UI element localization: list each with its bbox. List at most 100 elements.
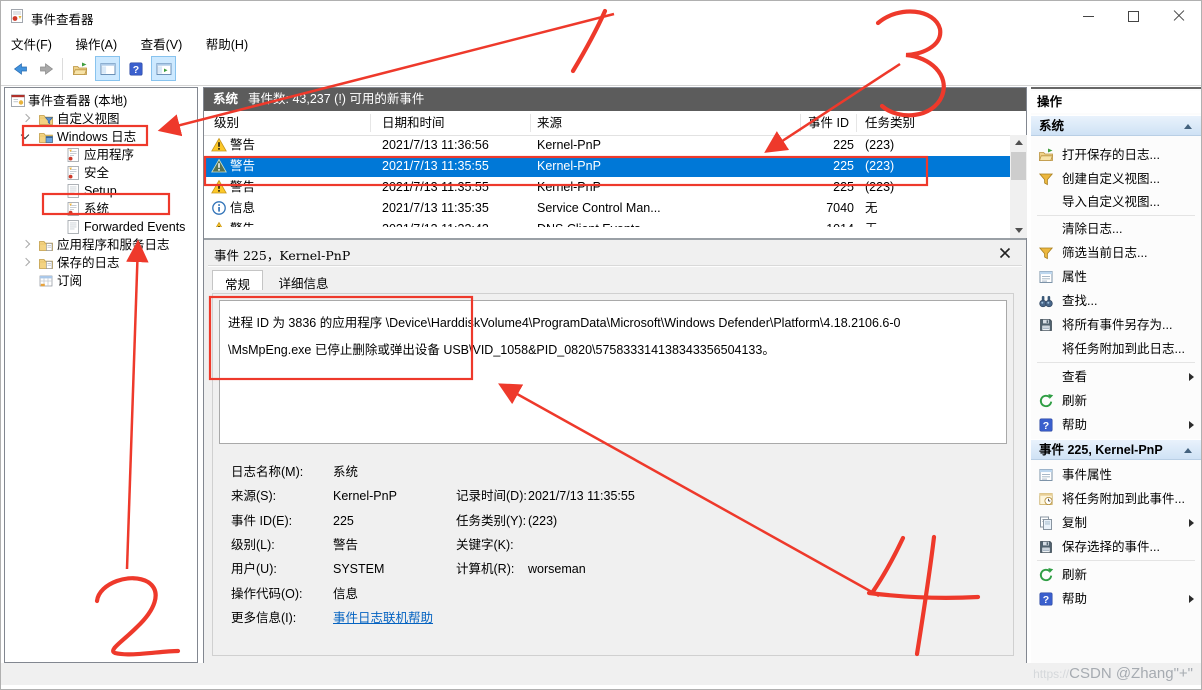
folder-page-icon xyxy=(38,237,54,253)
event-datetime: 2021/7/13 11:35:55 xyxy=(382,156,489,177)
action-save-selected-events[interactable]: 保存选择的事件... xyxy=(1031,535,1201,559)
event-log-icon xyxy=(65,165,81,181)
field-value: 225 xyxy=(333,512,354,530)
event-category: 无 xyxy=(865,219,878,227)
column-level[interactable]: 级别 xyxy=(214,111,239,135)
action-help-event[interactable]: 帮助 xyxy=(1031,587,1201,611)
filter-icon xyxy=(1038,245,1054,261)
action-save-all-events-as[interactable]: 将所有事件另存为... xyxy=(1031,313,1201,337)
maximize-button[interactable] xyxy=(1111,1,1156,31)
action-event-properties[interactable]: 事件属性 xyxy=(1031,463,1201,487)
action-attach-task-to-event[interactable]: 将任务附加到此事件... xyxy=(1031,487,1201,511)
actions-separator xyxy=(1037,560,1195,561)
tab-general[interactable]: 常规 xyxy=(212,270,263,290)
save-icon xyxy=(1038,539,1054,555)
warning-icon xyxy=(211,221,227,227)
plain-log-icon xyxy=(65,183,81,199)
tree-item-label: 安全 xyxy=(84,164,109,182)
tree-item-setup[interactable]: Setup xyxy=(5,182,197,200)
section-header-system[interactable]: 系统 xyxy=(1031,115,1201,136)
status-strip: https://CSDN @Zhang"+" xyxy=(1,663,1201,685)
event-level: 警告 xyxy=(230,135,255,156)
help-button[interactable] xyxy=(123,56,148,81)
tree-item-saved-logs[interactable]: 保存的日志 xyxy=(5,254,197,272)
action-refresh-event[interactable]: 刷新 xyxy=(1031,563,1201,587)
action-properties[interactable]: 属性 xyxy=(1031,265,1201,289)
action-clear-log[interactable]: 清除日志... xyxy=(1031,217,1201,241)
scroll-up-button[interactable] xyxy=(1010,135,1027,150)
action-import-custom-view[interactable]: 导入自定义视图... xyxy=(1031,190,1201,214)
log-title-bar: 系统 事件数: 43,237 (!) 可用的新事件 xyxy=(204,88,1026,111)
column-datetime[interactable]: 日期和时间 xyxy=(382,111,445,135)
event-viewer-app-icon xyxy=(9,8,25,24)
help-icon xyxy=(1038,417,1054,433)
tree-item-system[interactable]: 系统 xyxy=(5,200,197,218)
tree-item-label: Forwarded Events xyxy=(84,218,185,236)
minimize-button[interactable] xyxy=(1066,1,1111,31)
event-source: DNS Client Events xyxy=(537,219,641,227)
action-view[interactable]: 查看 xyxy=(1031,365,1201,389)
forward-button[interactable] xyxy=(34,56,59,81)
actions-title: 操作 xyxy=(1031,91,1201,113)
event-row-selected[interactable]: 警告 2021/7/13 11:35:55 Kernel-PnP 225 (22… xyxy=(204,156,1010,177)
actions-pane: 操作 系统 打开保存的日志... 创建自定义视图... 导入自定义视图... 清… xyxy=(1031,87,1201,663)
field-label: 日志名称(M): xyxy=(231,463,303,481)
menu-view[interactable]: 查看(V) xyxy=(131,31,193,53)
action-create-custom-view[interactable]: 创建自定义视图... xyxy=(1031,167,1201,191)
action-find[interactable]: 查找... xyxy=(1031,289,1201,313)
tree-item-subscriptions[interactable]: 订阅 xyxy=(5,272,197,290)
column-divider xyxy=(530,114,531,132)
scroll-down-button[interactable] xyxy=(1010,223,1027,238)
action-open-saved-log[interactable]: 打开保存的日志... xyxy=(1031,143,1201,167)
event-row-partial[interactable]: 警告 2021/7/13 11:33:43 DNS Client Events … xyxy=(204,219,1010,227)
chevron-down-icon[interactable] xyxy=(21,131,29,139)
scrollbar-thumb[interactable] xyxy=(1011,152,1026,180)
back-button[interactable] xyxy=(7,56,32,81)
tree-item-custom-views[interactable]: 自定义视图 xyxy=(5,110,197,128)
event-row[interactable]: 警告 2021/7/13 11:36:56 Kernel-PnP 225 (22… xyxy=(204,135,1010,156)
properties-icon xyxy=(1038,269,1054,285)
tree-item-forwarded-events[interactable]: Forwarded Events xyxy=(5,218,197,236)
chevron-right-icon[interactable] xyxy=(22,258,30,266)
open-saved-log-button[interactable] xyxy=(67,56,92,81)
event-level: 信息 xyxy=(230,198,255,219)
tree-item-label: 应用程序和服务日志 xyxy=(57,236,170,254)
tree-item-application[interactable]: 应用程序 xyxy=(5,146,197,164)
chevron-right-icon[interactable] xyxy=(22,114,30,122)
console-tree-toggle-button[interactable] xyxy=(95,56,120,81)
event-datetime: 2021/7/13 11:35:35 xyxy=(382,198,489,219)
tree-item-root[interactable]: 事件查看器 (本地) xyxy=(5,92,197,110)
section-header-event[interactable]: 事件 225, Kernel-PnP xyxy=(1031,439,1201,460)
action-refresh[interactable]: 刷新 xyxy=(1031,389,1201,413)
menu-file[interactable]: 文件(F) xyxy=(1,31,62,53)
tab-details[interactable]: 详细信息 xyxy=(267,270,341,290)
event-row[interactable]: 信息 2021/7/13 11:35:35 Service Control Ma… xyxy=(204,198,1010,219)
tree-item-apps-services-logs[interactable]: 应用程序和服务日志 xyxy=(5,236,197,254)
column-event-id[interactable]: 事件 ID xyxy=(808,111,849,135)
chevron-right-icon[interactable] xyxy=(22,240,30,248)
event-message-box[interactable]: 进程 ID 为 3836 的应用程序 \Device\HarddiskVolum… xyxy=(219,300,1007,444)
event-row[interactable]: 警告 2021/7/13 11:35:55 Kernel-PnP 225 (22… xyxy=(204,177,1010,198)
close-icon[interactable] xyxy=(998,246,1012,260)
copy-icon xyxy=(1038,515,1054,531)
column-source[interactable]: 来源 xyxy=(537,111,562,135)
action-copy[interactable]: 复制 xyxy=(1031,511,1201,535)
menu-action[interactable]: 操作(A) xyxy=(65,31,127,53)
action-attach-task-to-log[interactable]: 将任务附加到此日志... xyxy=(1031,337,1201,361)
field-value: 系统 xyxy=(333,463,358,481)
titlebar: 事件查看器 xyxy=(1,1,1201,31)
action-filter-current-log[interactable]: 筛选当前日志... xyxy=(1031,241,1201,265)
event-log-online-help-link[interactable]: 事件日志联机帮助 xyxy=(333,609,433,627)
column-task-category[interactable]: 任务类别 xyxy=(865,111,915,135)
tree-item-windows-logs[interactable]: Windows 日志 xyxy=(5,128,197,146)
help-icon xyxy=(1038,591,1054,607)
action-help[interactable]: 帮助 xyxy=(1031,413,1201,437)
action-pane-toggle-button[interactable] xyxy=(151,56,176,81)
tree-item-security[interactable]: 安全 xyxy=(5,164,197,182)
forward-icon xyxy=(39,61,55,77)
field-value: SYSTEM xyxy=(333,560,384,578)
close-button[interactable] xyxy=(1156,1,1201,31)
menu-help[interactable]: 帮助(H) xyxy=(196,31,258,53)
tree-item-label: 订阅 xyxy=(57,272,82,290)
event-list-scrollbar[interactable] xyxy=(1010,135,1027,238)
